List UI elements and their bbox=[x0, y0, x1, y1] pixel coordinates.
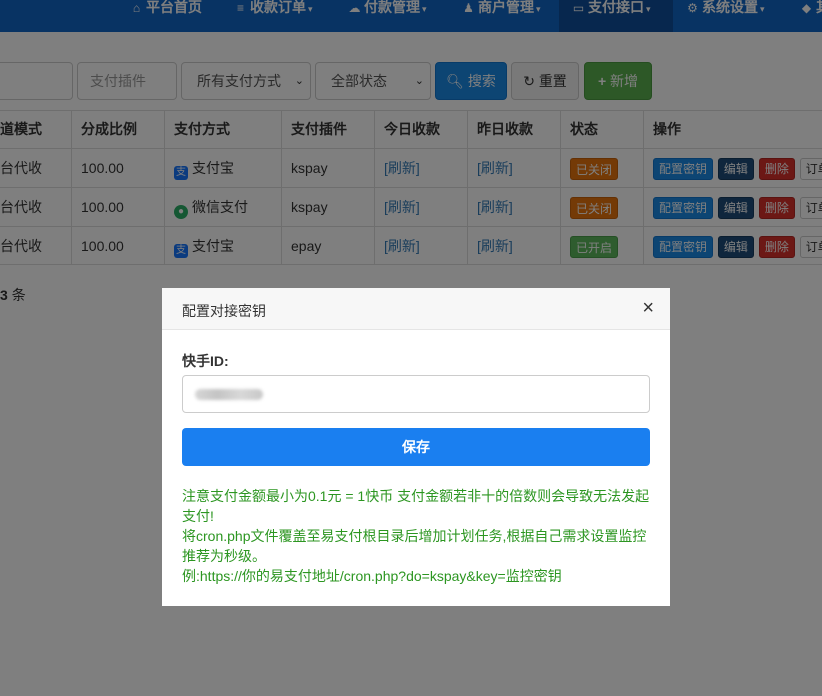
save-button[interactable]: 保存 bbox=[182, 428, 650, 466]
notice-text: 注意支付金额最小为0.1元 = 1快币 支付金额若非十的倍数则会导致无法发起支付… bbox=[182, 486, 657, 586]
kuaishou-id-label: 快手ID: bbox=[182, 353, 229, 369]
modal-title: 配置对接密钥 bbox=[182, 303, 266, 319]
redacted-value bbox=[195, 389, 263, 400]
configure-key-modal: 配置对接密钥 × 快手ID: 保存 注意支付金额最小为0.1元 = 1快币 支付… bbox=[162, 288, 670, 606]
notice-line-1: 注意支付金额最小为0.1元 = 1快币 支付金额若非十的倍数则会导致无法发起支付… bbox=[182, 488, 650, 524]
kuaishou-id-input[interactable] bbox=[182, 375, 650, 413]
notice-line-3: 例:https://你的易支付地址/cron.php?do=kspay&key=… bbox=[182, 568, 562, 584]
notice-line-2: 将cron.php文件覆盖至易支付根目录后增加计划任务,根据自己需求设置监控推荐… bbox=[182, 528, 647, 564]
modal-header: 配置对接密钥 × bbox=[162, 288, 670, 330]
close-icon[interactable]: × bbox=[642, 298, 654, 318]
